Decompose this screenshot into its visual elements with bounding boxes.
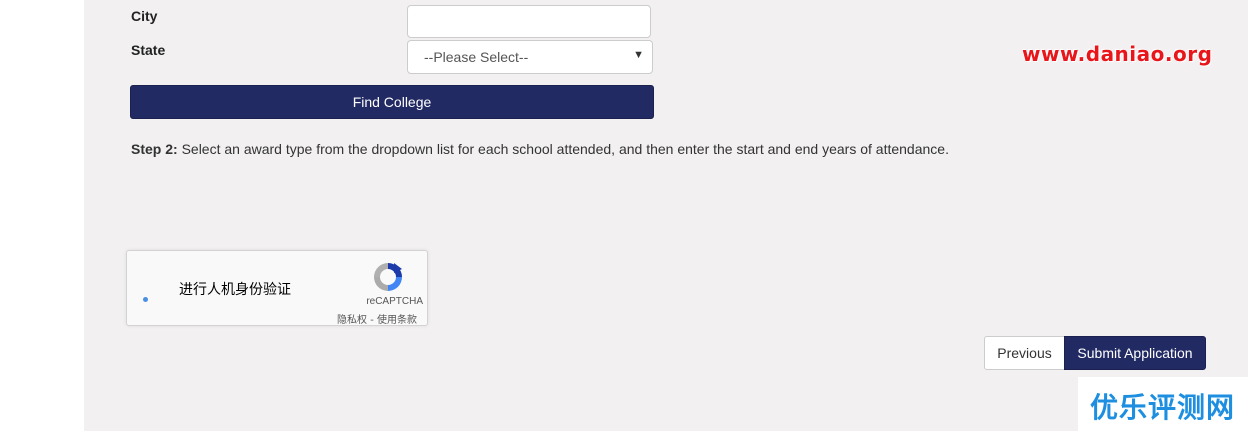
recaptcha-terms-link[interactable]: 隐私权 - 使用条款 xyxy=(337,311,417,326)
recaptcha-widget: 进行人机身份验证 reCAPTCHA 隐私权 - 使用条款 xyxy=(126,250,428,326)
captcha-prompt: 进行人机身份验证 xyxy=(179,282,291,298)
city-input[interactable] xyxy=(407,5,651,38)
watermark-youle: 优乐评测网 xyxy=(1090,391,1236,424)
state-select[interactable]: --Please Select-- ▼ xyxy=(407,40,653,74)
recaptcha-logo-icon xyxy=(374,263,402,291)
captcha-checkbox[interactable] xyxy=(143,297,148,302)
watermark-daniao: www.daniao.org xyxy=(1022,42,1213,66)
previous-button[interactable]: Previous xyxy=(984,336,1065,370)
find-college-button[interactable]: Find College xyxy=(130,85,654,119)
dropdown-arrow-icon: ▼ xyxy=(633,49,644,61)
step2-text: Select an award type from the dropdown l… xyxy=(177,141,949,157)
submit-application-button[interactable]: Submit Application xyxy=(1064,336,1206,370)
step2-prefix: Step 2: xyxy=(131,141,178,157)
state-label: State xyxy=(131,42,166,58)
step2-instructions: Step 2: Select an award type from the dr… xyxy=(131,141,949,157)
state-select-value: --Please Select-- xyxy=(424,49,529,65)
city-label: City xyxy=(131,8,158,24)
recaptcha-brand: reCAPTCHA xyxy=(366,296,423,307)
